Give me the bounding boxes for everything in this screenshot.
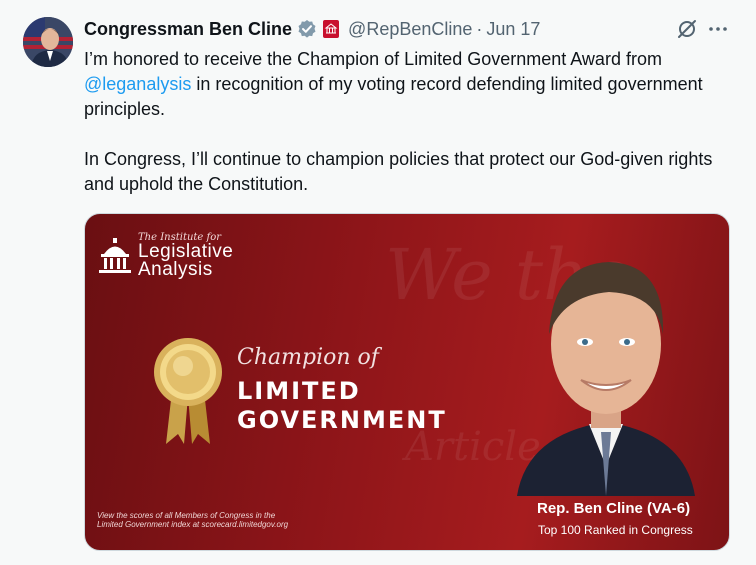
tweet-header: Congressman Ben Cline @RepBenCline · Jun… (84, 17, 540, 41)
footnote-text: View the scores of all Members of Congre… (97, 511, 289, 529)
tweet-text: I’m honored to receive the Champion of L… (84, 47, 734, 197)
tweet-media-image[interactable]: We the Article The Institute for Legisla… (84, 213, 730, 551)
avatar[interactable] (23, 17, 73, 67)
award-medal-icon (152, 336, 224, 446)
separator-dot: · (476, 18, 483, 39)
champion-of-text: Champion of (237, 345, 379, 370)
tweet-text-part1: I’m honored to receive the Champion of L… (84, 49, 662, 69)
tweet-text-para2: In Congress, I’ll continue to champion p… (84, 149, 713, 194)
government-badge-icon[interactable] (323, 20, 340, 38)
tweet-date[interactable]: Jun 17 (486, 19, 540, 40)
government-text: GOVERNMENT (237, 406, 447, 434)
rep-name: Rep. Ben Cline (VA-6) (537, 500, 691, 517)
logo-line2: Analysis (138, 259, 213, 280)
mention-link[interactable]: @leganalysis (84, 74, 191, 94)
portrait-photo (497, 234, 715, 496)
ila-logo: The Institute for Legislative Analysis (98, 232, 233, 279)
author-name[interactable]: Congressman Ben Cline (84, 19, 292, 40)
more-icon[interactable] (707, 18, 729, 40)
limited-text: LIMITED (237, 377, 361, 405)
verified-badge-icon[interactable] (297, 19, 317, 39)
author-handle[interactable]: @RepBenCline (348, 19, 472, 40)
rep-rank: Top 100 Ranked in Congress (538, 523, 693, 537)
capitol-icon (99, 237, 131, 273)
grok-icon[interactable] (676, 18, 698, 40)
